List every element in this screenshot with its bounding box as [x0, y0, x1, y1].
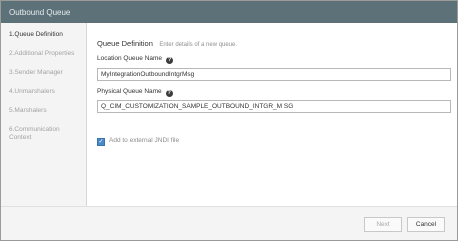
step-marshalers[interactable]: 5.Marshalers: [9, 107, 83, 115]
location-queue-name-label-text: Location Queue Name: [97, 55, 163, 62]
dialog-title: Outbound Queue: [9, 8, 71, 17]
cancel-button[interactable]: Cancel: [407, 217, 445, 232]
physical-queue-name-label: Physical Queue Name?: [97, 88, 173, 97]
step-queue-definition[interactable]: 1.Queue Definition: [1, 27, 87, 42]
panel-header: Queue Definition Enter details of a new …: [97, 33, 237, 51]
step-sender-manager[interactable]: 3.Sender Manager: [9, 69, 83, 77]
location-queue-name-label: Location Queue Name?: [97, 55, 174, 64]
help-icon[interactable]: ?: [165, 90, 173, 97]
step-additional-properties[interactable]: 2.Additional Properties: [9, 50, 83, 58]
dialog-titlebar: Outbound Queue: [1, 1, 457, 23]
panel-subtitle: Enter details of a new queue.: [159, 42, 238, 48]
outbound-queue-dialog: Outbound Queue 1.Queue Definition 2.Addi…: [0, 0, 458, 241]
physical-queue-name-input[interactable]: [97, 100, 451, 113]
step-unmarshalers[interactable]: 4.Unmarshalers: [9, 88, 83, 96]
jndi-checkbox[interactable]: ✓: [97, 138, 105, 146]
next-button[interactable]: Next: [364, 217, 402, 232]
jndi-checkbox-label[interactable]: Add to external JNDI file: [109, 137, 179, 144]
location-queue-name-input[interactable]: [97, 68, 451, 81]
panel-title: Queue Definition: [97, 39, 153, 48]
physical-queue-name-label-text: Physical Queue Name: [97, 88, 162, 95]
queue-definition-panel: Queue Definition Enter details of a new …: [87, 23, 457, 206]
dialog-footer: Next Cancel: [1, 206, 457, 240]
step-communication-context[interactable]: 6.Communication Context: [9, 126, 64, 142]
wizard-steps-sidebar: 1.Queue Definition 2.Additional Properti…: [1, 23, 87, 206]
jndi-checkbox-row: ✓ Add to external JNDI file: [97, 129, 179, 147]
help-icon[interactable]: ?: [166, 57, 174, 64]
